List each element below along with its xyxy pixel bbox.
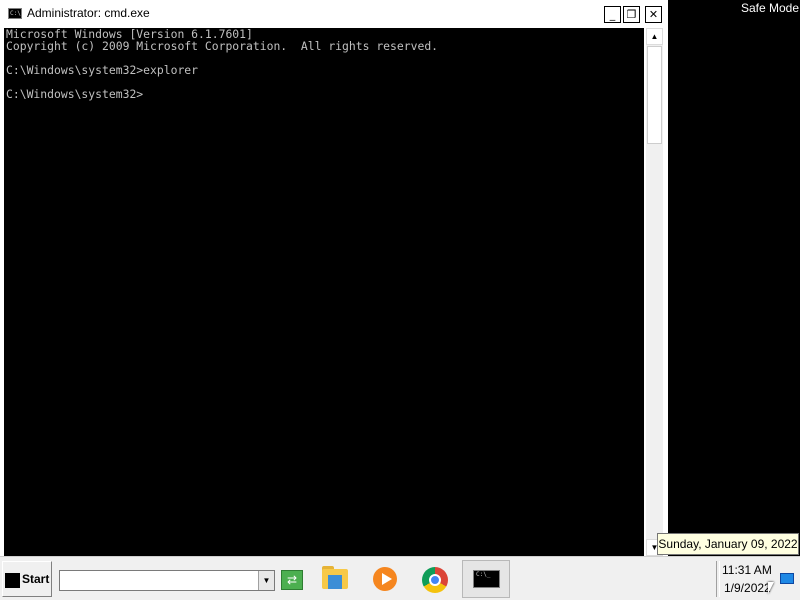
chrome-icon [429,574,441,586]
console-line: Copyright (c) 2009 Microsoft Corporation… [6,39,439,53]
mouse-cursor-icon [768,582,774,594]
taskbar: Start ▼ ⇄ C:\_ 11:31 AM 1/9/2022 [0,556,800,600]
window-title: Administrator: cmd.exe [27,6,150,20]
notification-icon[interactable] [780,573,794,584]
console-prompt: C:\Windows\system32> [6,87,144,101]
clock-time[interactable]: 11:31 AM [722,563,772,577]
close-button[interactable]: ✕ [645,6,662,23]
clock-date[interactable]: 1/9/2022 [724,581,771,595]
chevron-down-icon[interactable]: ▼ [258,571,274,590]
scroll-thumb[interactable] [647,46,662,144]
taskbar-app-chrome[interactable] [416,561,456,597]
restore-button[interactable]: ❐ [623,6,640,23]
window-titlebar[interactable]: C:\ Administrator: cmd.exe _ ❐ ✕ [0,0,668,28]
start-label: Start [22,572,50,586]
address-input[interactable]: ▼ [59,570,275,591]
minimize-button[interactable]: _ [604,6,621,23]
tray-divider [716,561,720,597]
play-icon [382,573,392,585]
start-button[interactable]: Start [2,561,52,597]
folder-icon [328,575,342,589]
console-output[interactable]: Microsoft Windows [Version 6.1.7601] Cop… [4,28,644,556]
cmd-icon: C:\_ [473,570,500,588]
console-line: C:\Windows\system32>explorer [6,63,199,77]
vertical-scrollbar[interactable]: ▲ ▼ [646,28,663,556]
cmd-window: C:\ Administrator: cmd.exe _ ❐ ✕ Microso… [0,0,668,556]
scroll-up-icon[interactable]: ▲ [646,28,663,45]
taskbar-app-cmd[interactable]: C:\_ [462,560,510,598]
refresh-go-icon[interactable]: ⇄ [281,570,303,590]
start-logo-icon [5,573,20,588]
taskbar-app-explorer[interactable] [316,561,356,597]
date-tooltip: Sunday, January 09, 2022 [657,533,799,555]
cmd-window-icon[interactable]: C:\ [8,8,22,19]
safe-mode-label: Safe Mode [740,1,799,15]
taskbar-app-media-player[interactable] [366,561,406,597]
